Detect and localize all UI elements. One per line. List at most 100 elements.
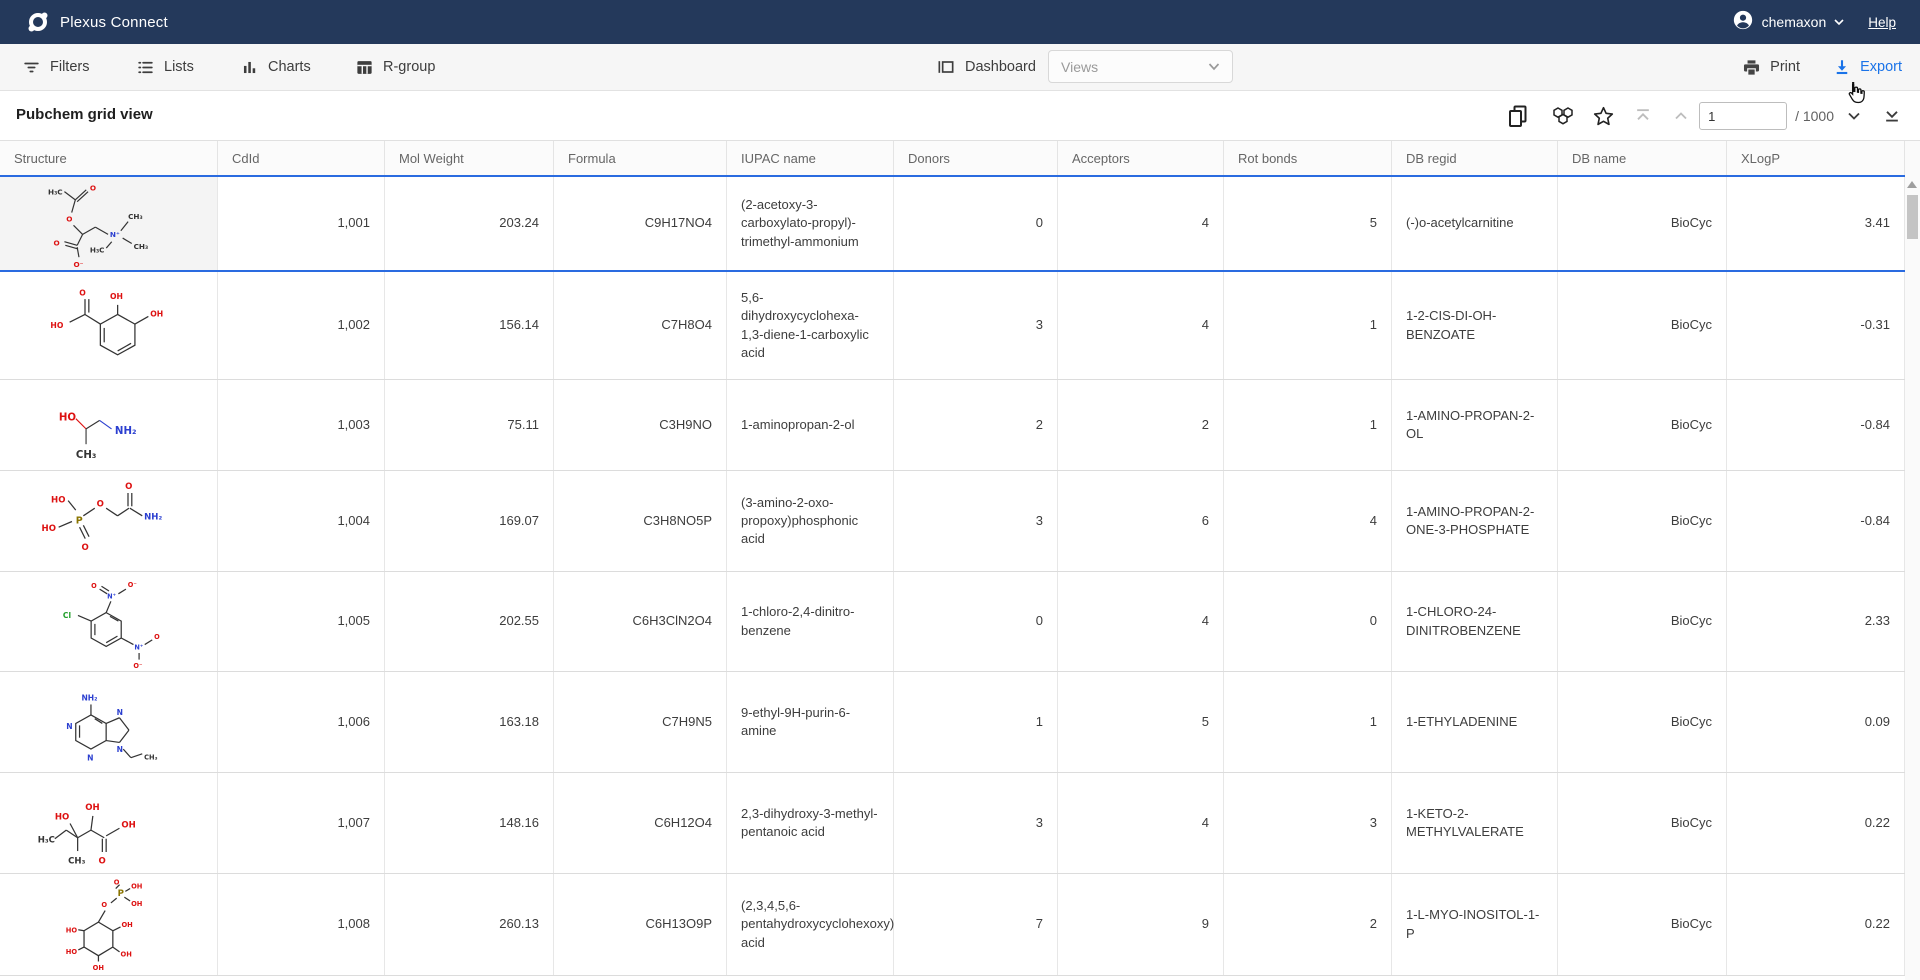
cell-acceptors[interactable]: 6 bbox=[1058, 471, 1224, 571]
cell-xlogp[interactable]: 0.22 bbox=[1727, 773, 1905, 873]
cell-mol_weight[interactable]: 148.16 bbox=[385, 773, 554, 873]
cell-donors[interactable]: 0 bbox=[894, 177, 1058, 270]
scroll-up-arrow[interactable] bbox=[1907, 181, 1917, 188]
cell-rot_bonds[interactable]: 0 bbox=[1224, 572, 1392, 671]
cell-db_regid[interactable]: 1-KETO-2-METHYLVALERATE bbox=[1392, 773, 1558, 873]
help-link[interactable]: Help bbox=[1868, 15, 1896, 30]
structure-image[interactable]: H₃CCH₃HOOHOOH bbox=[11, 776, 207, 871]
cell-rot_bonds[interactable]: 3 bbox=[1224, 773, 1392, 873]
lists-button[interactable]: Lists bbox=[136, 44, 194, 90]
cell-mol_weight[interactable]: 203.24 bbox=[385, 177, 554, 270]
table-row[interactable]: HOHOPOOONH₂1,004169.07C3H8NO5P(3-amino-2… bbox=[0, 471, 1905, 572]
cell-structure[interactable]: OHOOHOH bbox=[0, 272, 218, 379]
cell-db_regid[interactable]: 1-2-CIS-DI-OH-BENZOATE bbox=[1392, 272, 1558, 379]
table-row[interactable]: NNNNNH₂CH₃1,006163.18C7H9N59-ethyl-9H-pu… bbox=[0, 672, 1905, 773]
page-number-input[interactable] bbox=[1699, 102, 1787, 130]
cell-cdid[interactable]: 1,008 bbox=[218, 874, 385, 975]
cell-formula[interactable]: C6H13O9P bbox=[554, 874, 727, 975]
first-page-icon[interactable] bbox=[1633, 106, 1653, 126]
next-page-icon[interactable] bbox=[1844, 106, 1864, 126]
table-row[interactable]: ClN⁺OO⁻N⁺OO⁻1,005202.55C6H3ClN2O41-chlor… bbox=[0, 572, 1905, 672]
cell-structure[interactable]: HONH₂CH₃ bbox=[0, 380, 218, 470]
cell-db_name[interactable]: BioCyc bbox=[1558, 471, 1727, 571]
cell-xlogp[interactable]: -0.84 bbox=[1727, 471, 1905, 571]
cell-iupac[interactable]: (3-amino-2-oxo-propoxy)phosphonic acid bbox=[727, 471, 894, 571]
cell-iupac[interactable]: (2,3,4,5,6-pentahydroxycyclohexoxy) acid bbox=[727, 874, 894, 975]
cell-formula[interactable]: C3H8NO5P bbox=[554, 471, 727, 571]
cell-donors[interactable]: 3 bbox=[894, 471, 1058, 571]
column-header-formula[interactable]: Formula bbox=[554, 141, 727, 175]
structure-image[interactable]: OPOOHOHHOHOOHOHOH bbox=[11, 877, 207, 973]
cell-mol_weight[interactable]: 169.07 bbox=[385, 471, 554, 571]
cell-mol_weight[interactable]: 260.13 bbox=[385, 874, 554, 975]
previous-page-icon[interactable] bbox=[1671, 106, 1691, 126]
cell-iupac[interactable]: 1-chloro-2,4-dinitro-benzene bbox=[727, 572, 894, 671]
cell-db_name[interactable]: BioCyc bbox=[1558, 380, 1727, 470]
structure-image[interactable]: NNNNNH₂CH₃ bbox=[11, 675, 207, 770]
cell-structure[interactable]: OPOOHOHHOHOOHOHOH bbox=[0, 874, 218, 975]
cell-mol_weight[interactable]: 163.18 bbox=[385, 672, 554, 772]
cell-acceptors[interactable]: 9 bbox=[1058, 874, 1224, 975]
cell-formula[interactable]: C7H9N5 bbox=[554, 672, 727, 772]
cell-cdid[interactable]: 1,004 bbox=[218, 471, 385, 571]
cell-iupac[interactable]: 2,3-dihydroxy-3-methyl-pentanoic acid bbox=[727, 773, 894, 873]
cell-cdid[interactable]: 1,005 bbox=[218, 572, 385, 671]
export-button[interactable]: Export bbox=[1833, 44, 1902, 90]
column-header-donors[interactable]: Donors bbox=[894, 141, 1058, 175]
rgroup-button[interactable]: R-group bbox=[355, 44, 435, 90]
cell-structure[interactable]: NNNNNH₂CH₃ bbox=[0, 672, 218, 772]
table-row[interactable]: OHOOHOH1,002156.14C7H8O45,6-dihydroxycyc… bbox=[0, 272, 1905, 380]
cell-db_regid[interactable]: 1-ETHYLADENINE bbox=[1392, 672, 1558, 772]
cell-db_name[interactable]: BioCyc bbox=[1558, 874, 1727, 975]
column-header-db_name[interactable]: DB name bbox=[1558, 141, 1727, 175]
cell-rot_bonds[interactable]: 1 bbox=[1224, 272, 1392, 379]
structure-image[interactable]: OHOOHOH bbox=[11, 278, 207, 374]
column-header-rot_bonds[interactable]: Rot bonds bbox=[1224, 141, 1392, 175]
views-select[interactable]: Views bbox=[1048, 50, 1233, 83]
cell-db_name[interactable]: BioCyc bbox=[1558, 672, 1727, 772]
cell-rot_bonds[interactable]: 4 bbox=[1224, 471, 1392, 571]
table-row[interactable]: H₃CCH₃HOOHOOH1,007148.16C6H12O42,3-dihyd… bbox=[0, 773, 1905, 874]
column-header-db_regid[interactable]: DB regid bbox=[1392, 141, 1558, 175]
table-row[interactable]: OPOOHOHHOHOOHOHOH1,008260.13C6H13O9P(2,3… bbox=[0, 874, 1905, 976]
cell-formula[interactable]: C6H3ClN2O4 bbox=[554, 572, 727, 671]
scrollbar-thumb[interactable] bbox=[1907, 195, 1918, 239]
cell-xlogp[interactable]: -0.31 bbox=[1727, 272, 1905, 379]
table-row[interactable]: HONH₂CH₃1,00375.11C3H9NO1-aminopropan-2-… bbox=[0, 380, 1905, 471]
cell-db_name[interactable]: BioCyc bbox=[1558, 773, 1727, 873]
cell-structure[interactable]: H₃CCH₃HOOHOOH bbox=[0, 773, 218, 873]
copy-icon[interactable] bbox=[1506, 104, 1530, 128]
cell-db_regid[interactable]: (-)o-acetylcarnitine bbox=[1392, 177, 1558, 270]
cell-donors[interactable]: 0 bbox=[894, 572, 1058, 671]
cell-formula[interactable]: C9H17NO4 bbox=[554, 177, 727, 270]
cell-iupac[interactable]: 1-aminopropan-2-ol bbox=[727, 380, 894, 470]
cell-db_regid[interactable]: 1-AMINO-PROPAN-2-ONE-3-PHOSPHATE bbox=[1392, 471, 1558, 571]
structure-image[interactable]: HOHOPOOONH₂ bbox=[11, 474, 207, 569]
favorite-star-icon[interactable] bbox=[1592, 105, 1615, 128]
cell-xlogp[interactable]: 2.33 bbox=[1727, 572, 1905, 671]
cell-formula[interactable]: C3H9NO bbox=[554, 380, 727, 470]
cell-acceptors[interactable]: 2 bbox=[1058, 380, 1224, 470]
cell-mol_weight[interactable]: 156.14 bbox=[385, 272, 554, 379]
filters-button[interactable]: Filters bbox=[22, 44, 89, 90]
cell-cdid[interactable]: 1,007 bbox=[218, 773, 385, 873]
cell-db_name[interactable]: BioCyc bbox=[1558, 572, 1727, 671]
cell-structure[interactable]: H₃COON⁺CH₃CH₃H₃COO⁻ bbox=[0, 177, 218, 270]
cell-donors[interactable]: 3 bbox=[894, 272, 1058, 379]
cell-mol_weight[interactable]: 202.55 bbox=[385, 572, 554, 671]
cell-iupac[interactable]: 9-ethyl-9H-purin-6-amine bbox=[727, 672, 894, 772]
cell-rot_bonds[interactable]: 2 bbox=[1224, 874, 1392, 975]
cell-acceptors[interactable]: 4 bbox=[1058, 177, 1224, 270]
cell-db_regid[interactable]: 1-AMINO-PROPAN-2-OL bbox=[1392, 380, 1558, 470]
cell-donors[interactable]: 3 bbox=[894, 773, 1058, 873]
column-header-cdid[interactable]: CdId bbox=[218, 141, 385, 175]
cell-db_name[interactable]: BioCyc bbox=[1558, 272, 1727, 379]
cell-acceptors[interactable]: 4 bbox=[1058, 572, 1224, 671]
cell-acceptors[interactable]: 4 bbox=[1058, 272, 1224, 379]
cell-donors[interactable]: 7 bbox=[894, 874, 1058, 975]
cell-xlogp[interactable]: 0.22 bbox=[1727, 874, 1905, 975]
cell-formula[interactable]: C6H12O4 bbox=[554, 773, 727, 873]
molecule-icon[interactable] bbox=[1550, 104, 1576, 128]
cell-formula[interactable]: C7H8O4 bbox=[554, 272, 727, 379]
cell-xlogp[interactable]: 0.09 bbox=[1727, 672, 1905, 772]
